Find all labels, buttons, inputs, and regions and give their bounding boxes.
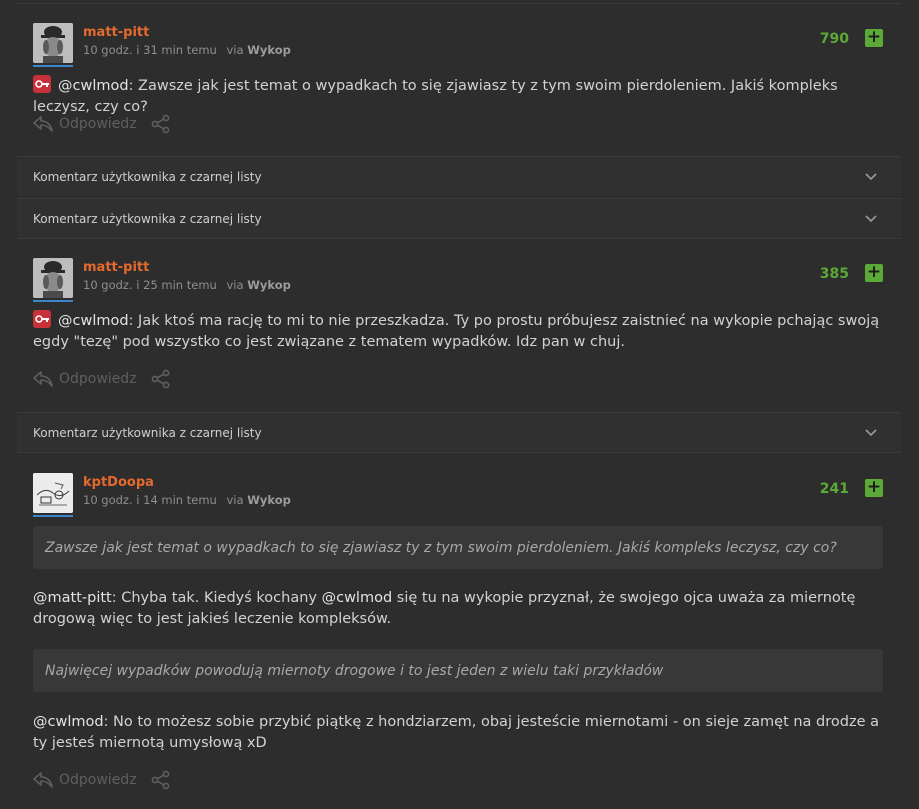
blacklisted-label: Komentarz użytkownika z czarnej listy <box>33 169 262 184</box>
comment-text: : Chyba tak. Kiedyś kochany <box>111 590 322 606</box>
mention-link[interactable]: @cwlmod <box>322 590 393 606</box>
reply-button[interactable]: Odpowiedz <box>59 116 137 132</box>
quote-block: Najwięcej wypadków powodują miernoty dro… <box>33 649 883 692</box>
blacklisted-comment[interactable]: Komentarz użytkownika z czarnej listy <box>17 198 901 238</box>
via-source: via Wykop <box>226 43 291 57</box>
username[interactable]: matt-pitt <box>83 25 149 40</box>
upvote-button[interactable]: + <box>865 264 883 282</box>
upvote-button[interactable]: + <box>865 29 883 47</box>
vote-count: 385 <box>819 266 849 282</box>
comment-meta: 10 godz. i 31 min temu via Wykop <box>83 43 291 57</box>
share-icon[interactable] <box>151 770 171 790</box>
avatar[interactable] <box>33 23 73 63</box>
avatar-underline <box>33 65 73 67</box>
quote-text: Najwięcej wypadków powodują miernoty dro… <box>45 662 664 679</box>
vote-count: 241 <box>819 481 849 497</box>
comment-text: : No to możesz sobie przybić piątkę z ho… <box>33 714 879 751</box>
key-icon <box>33 75 51 93</box>
reply-icon[interactable] <box>33 370 53 388</box>
timestamp[interactable]: 10 godz. i 31 min temu <box>83 43 217 57</box>
key-icon <box>33 310 51 328</box>
mention-link[interactable]: @cwlmod <box>33 714 104 730</box>
comment-body: @matt-pitt: Chyba tak. Kiedyś kochany @c… <box>33 588 883 629</box>
mention-link[interactable]: @cwlmod <box>58 78 129 94</box>
mention-link[interactable]: @cwlmod <box>58 313 129 329</box>
username[interactable]: kptDoopa <box>83 475 154 490</box>
quote-text: Zawsze jak jest temat o wypadkach to się… <box>45 539 837 556</box>
blacklisted-comment[interactable]: Komentarz użytkownika z czarnej listy <box>17 412 901 452</box>
divider <box>17 452 901 453</box>
comment-actions: Odpowiedz <box>33 114 171 134</box>
chevron-down-icon[interactable] <box>865 428 877 437</box>
reply-icon[interactable] <box>33 771 53 789</box>
comment-text: : Jak ktoś ma rację to mi to nie przeszk… <box>33 313 880 350</box>
timestamp[interactable]: 10 godz. i 25 min temu <box>83 278 217 292</box>
comment-body: @cwlmod: No to możesz sobie przybić piąt… <box>33 712 883 753</box>
blacklisted-label: Komentarz użytkownika z czarnej listy <box>33 211 262 226</box>
blacklisted-comment[interactable]: Komentarz użytkownika z czarnej listy <box>17 156 901 196</box>
comment-body: @cwlmod: Jak ktoś ma rację to mi to nie … <box>33 310 883 352</box>
comment-actions: Odpowiedz <box>33 770 171 790</box>
reply-icon[interactable] <box>33 115 53 133</box>
divider <box>17 3 901 4</box>
avatar-underline <box>33 300 73 302</box>
comment-meta: 10 godz. i 25 min temu via Wykop <box>83 278 291 292</box>
avatar[interactable] <box>33 473 73 513</box>
share-icon[interactable] <box>151 114 171 134</box>
avatar-underline <box>33 515 73 517</box>
comment: kptDoopa 10 godz. i 14 min temu via Wyko… <box>33 473 883 803</box>
comment: matt-pitt 10 godz. i 25 min temu via Wyk… <box>33 258 883 398</box>
comment-actions: Odpowiedz <box>33 369 171 389</box>
comment-body: @cwlmod: Zawsze jak jest temat o wypadka… <box>33 75 883 117</box>
timestamp[interactable]: 10 godz. i 14 min temu <box>83 493 217 507</box>
comment-meta: 10 godz. i 14 min temu via Wykop <box>83 493 291 507</box>
divider <box>17 238 901 239</box>
reply-button[interactable]: Odpowiedz <box>59 371 137 387</box>
avatar[interactable] <box>33 258 73 298</box>
chevron-down-icon[interactable] <box>865 172 877 181</box>
chevron-down-icon[interactable] <box>865 214 877 223</box>
mention-link[interactable]: @matt-pitt <box>33 590 112 606</box>
comment-text: : Zawsze jak jest temat o wypadkach to s… <box>33 78 838 115</box>
share-icon[interactable] <box>151 369 171 389</box>
blacklisted-label: Komentarz użytkownika z czarnej listy <box>33 425 262 440</box>
upvote-button[interactable]: + <box>865 479 883 497</box>
quote-block: Zawsze jak jest temat o wypadkach to się… <box>33 526 883 569</box>
vote-count: 790 <box>819 31 849 47</box>
via-source: via Wykop <box>226 493 291 507</box>
comment: matt-pitt 10 godz. i 31 min temu via Wyk… <box>33 23 883 143</box>
via-source: via Wykop <box>226 278 291 292</box>
reply-button[interactable]: Odpowiedz <box>59 772 137 788</box>
username[interactable]: matt-pitt <box>83 260 149 275</box>
